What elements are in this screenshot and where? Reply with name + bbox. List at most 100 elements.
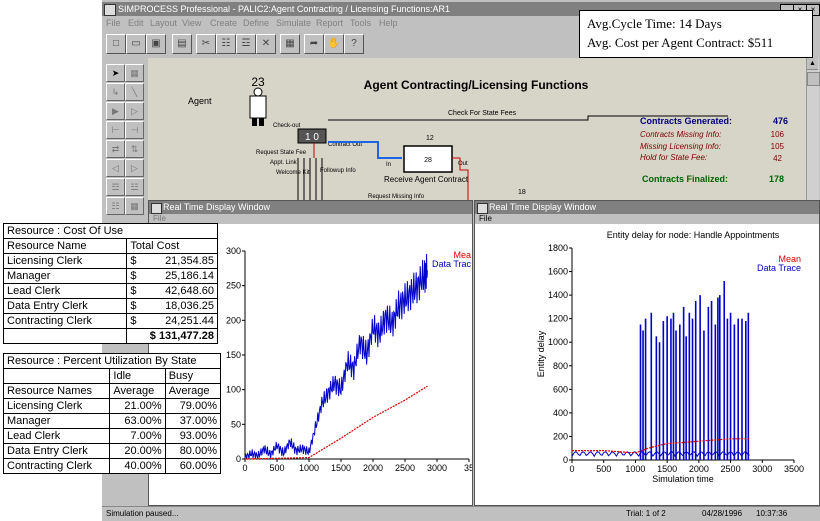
x-tick-label: 3000 [427,463,447,473]
branch-tool-icon[interactable]: ◁ [106,159,125,177]
receive-agent-contract-node[interactable]: 28 [403,145,453,173]
paste-icon[interactable]: ☲ [236,34,256,54]
copy-tool-icon[interactable]: ☲ [106,178,125,196]
rt-window-1-title[interactable]: Real Time Display Window [149,201,472,214]
y-tick-label: 1400 [548,290,568,300]
svg-text:1 0: 1 0 [305,132,319,143]
x-tick-label: 500 [269,463,284,473]
hold-state-fee-label: Hold for State Fee: [640,153,707,162]
process-diagram: Agent Contracting/Licensing Functions 23… [188,75,788,200]
avg-cycle-time: Avg.Cycle Time: 14 Days [587,16,722,31]
save-icon[interactable]: ▣ [146,34,166,54]
y-tick-label: 0 [236,454,241,464]
pointer-tool-icon[interactable]: ➤ [106,64,125,82]
x-tick-label: 0 [242,463,247,473]
scroll-up-icon[interactable]: ▲ [807,58,818,70]
join-tool-icon[interactable]: ⊣ [125,121,144,139]
rt-window-1-title-text: Real Time Display Window [163,202,271,212]
y-tick-label: 1200 [548,314,568,324]
count-18: 18 [518,189,526,196]
y-tick-label: 400 [553,408,568,418]
util-table-title: Resource : Percent Utilization By State [3,353,221,369]
x-tick-label: 2500 [721,464,741,474]
missing-licensing-value: 105 [771,142,785,151]
cost-col-total: Total Cost [126,238,218,254]
contracts-generated-value: 476 [773,116,788,126]
x-tick-label: 500 [596,464,611,474]
dispose-tool-icon[interactable]: ☷ [106,197,125,215]
agent-person-icon[interactable] [249,87,267,126]
open-icon[interactable]: ▭ [126,34,146,54]
line-tool-icon[interactable]: ╲ [125,83,144,101]
model-canvas[interactable]: Agent Contracting/Licensing Functions 23… [148,58,806,200]
split-tool-icon[interactable]: ⊢ [106,121,125,139]
missing-licensing-label: Missing Licensing Info: [640,142,721,151]
status-trial: Trial: 1 of 2 [626,509,666,518]
menu-tools[interactable]: Tools [350,18,371,28]
contracts-finalized-value: 178 [769,174,784,184]
stop-hand-icon[interactable]: ✋ [324,34,344,54]
cut-icon[interactable]: ✂ [196,34,216,54]
menu-create[interactable]: Create [210,18,237,28]
status-time: 10:37:36 [756,509,788,518]
y-tick-label: 250 [226,281,241,291]
cost-col-resource: Resource Name [2,238,128,254]
menu-file[interactable]: File [106,18,121,28]
cost-table-title: Resource : Cost Of Use [3,223,218,239]
util-col-resource: Resource Names [2,383,111,399]
menu-report[interactable]: Report [316,18,343,28]
table-row: Data Entry Clerk $18,036.25 [2,298,219,314]
scroll-thumb[interactable] [807,72,820,86]
transform-tool-icon[interactable]: ☳ [125,178,144,196]
x-tick-label: 1500 [331,463,351,473]
y-tick-label: 300 [226,246,241,256]
step-back-tool-icon[interactable]: ▷ [125,102,144,120]
hold-state-fee-value: 42 [773,154,782,163]
real-time-window-2[interactable]: Real Time Display Window File 0 200 400 600… [474,200,820,506]
rt-window-2-menu-file[interactable]: File [475,214,819,224]
util-group-idle: Idle [109,368,166,384]
avg-cost-per-contract: Avg. Cost per Agent Contract: $511 [587,35,774,50]
properties-icon[interactable]: ▦ [280,34,300,54]
menu-simulate[interactable]: Simulate [276,18,311,28]
y-tick-label: 50 [231,419,241,429]
activity-tool-icon[interactable]: ▦ [125,197,144,215]
menu-help[interactable]: Help [379,18,398,28]
check-out-label: Check-out [273,123,301,129]
new-icon[interactable]: □ [106,34,126,54]
menu-edit[interactable]: Edit [128,18,144,28]
mean-line [572,438,750,454]
x-tick-label: 35 [464,463,472,473]
run-icon[interactable]: ➦ [304,34,324,54]
y-tick-label: 200 [553,431,568,441]
step-tool-icon[interactable]: ▶ [106,102,125,120]
cost-total: $ 131,477.28 [126,328,218,344]
table-row: Lead Clerk 7.00% 93.00% [2,428,222,444]
y-tick-label: 100 [226,385,241,395]
select-box-tool-icon[interactable]: ▦ [125,64,144,82]
merge-tool-icon[interactable]: ⇄ [106,140,125,158]
contract-out-node[interactable]: 1 0 [297,128,327,144]
gate-tool-icon[interactable]: ⇅ [125,140,144,158]
print-icon[interactable]: ▤ [172,34,192,54]
x-tick-label: 2500 [395,463,415,473]
legend-data-trace: Data Trac [432,259,472,269]
vertical-scrollbar[interactable]: ▲ [806,58,820,200]
menu-layout[interactable]: Layout [150,18,177,28]
menu-view[interactable]: View [182,18,201,28]
menu-define[interactable]: Define [243,18,269,28]
util-col-busy-avg: Average [164,383,222,399]
status-date: 04/28/1996 [702,509,743,518]
cost-of-use-table: Resource : Cost Of Use Resource Name Tot… [2,223,219,344]
agent-label: Agent [188,96,212,106]
count-12: 12 [426,135,434,142]
connector-tool-icon[interactable]: ↳ [106,83,125,101]
help-icon[interactable]: ? [344,34,364,54]
delete-icon[interactable]: ✕ [256,34,276,54]
check-state-fees-label: Check For State Fees [448,110,517,117]
rt-window-2-title[interactable]: Real Time Display Window [475,201,819,214]
copy-icon[interactable]: ☷ [216,34,236,54]
assemble-tool-icon[interactable]: ▷ [125,159,144,177]
request-state-fee-label: Request State Fee [256,150,307,156]
y-tick-label: 150 [226,350,241,360]
